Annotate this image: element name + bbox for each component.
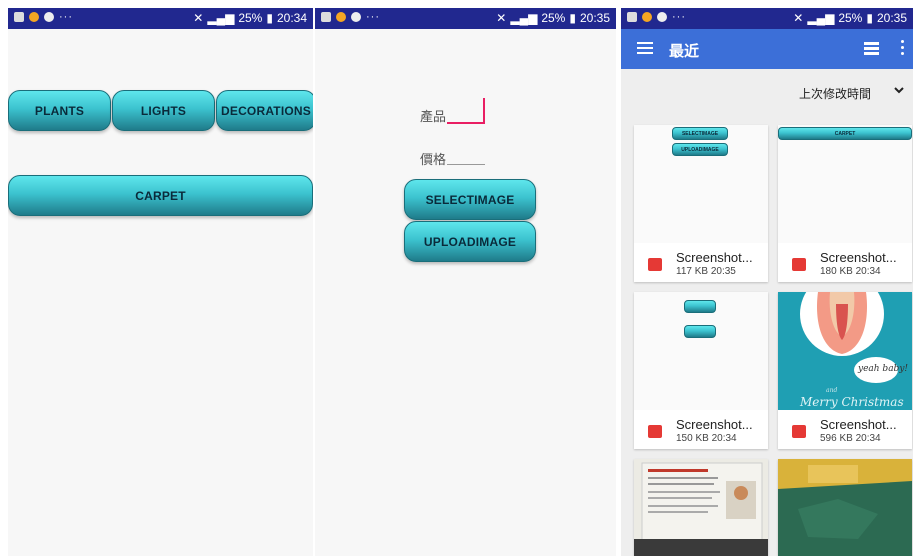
select-image-button[interactable]: SELECTIMAGE (404, 179, 536, 220)
file-meta: 180 KB 20:34 (820, 266, 881, 277)
file-card[interactable] (634, 459, 768, 556)
list-view-icon[interactable] (864, 42, 879, 55)
phone-screen-main: ··· ✕ ▂▄▆ 25% ▮ 20:34 PLANTS LIGHTS DECO… (8, 8, 313, 556)
thumb-button (684, 300, 716, 313)
file-name: Screenshot... (820, 417, 897, 432)
file-name: Screenshot... (676, 250, 753, 265)
settings-notification-icon (44, 12, 54, 22)
battery-icon: ▮ (266, 11, 273, 25)
status-bar: ··· ✕ ▂▄▆ 25% ▮ 20:35 (315, 8, 616, 29)
more-notifications-icon: ··· (366, 11, 380, 23)
file-meta: 596 KB 20:34 (820, 433, 881, 444)
file-thumbnail (634, 292, 768, 410)
phone-screen-file-picker: ··· ✕ ▂▄▆ 25% ▮ 20:35 最近 上次修改時間 SELECTIM… (621, 8, 913, 556)
carpet-button[interactable]: CARPET (8, 175, 313, 216)
mute-icon: ✕ (793, 11, 804, 25)
file-thumbnail: yeah baby! and Merry Christmas (778, 292, 912, 410)
price-input-underline (447, 164, 485, 165)
signal-icon: ▂▄▆ (510, 11, 538, 25)
file-card[interactable]: Screenshot... 150 KB 20:34 (634, 292, 768, 449)
product-label: 產品 (420, 109, 447, 124)
signal-icon: ▂▄▆ (207, 11, 235, 25)
price-input[interactable] (447, 144, 487, 168)
phone-screen-upload: ··· ✕ ▂▄▆ 25% ▮ 20:35 產品 價格 SELECTIMAGE … (315, 8, 616, 556)
image-file-icon (648, 258, 662, 271)
file-thumbnail (778, 459, 912, 556)
more-notifications-icon: ··· (672, 11, 686, 23)
file-card[interactable]: SELECTIMAGE UPLOADIMAGE Screenshot... 11… (634, 125, 768, 282)
status-bar: ··· ✕ ▂▄▆ 25% ▮ 20:34 (8, 8, 313, 29)
file-meta: 117 KB 20:35 (676, 266, 736, 277)
image-file-icon (648, 425, 662, 438)
file-thumbnail: SELECTIMAGE UPLOADIMAGE (634, 125, 768, 243)
more-options-icon[interactable] (901, 40, 905, 58)
greeting-text: Merry Christmas (800, 395, 904, 409)
signal-icon: ▂▄▆ (807, 11, 835, 25)
app-bar: 最近 (621, 29, 913, 69)
menu-icon[interactable] (637, 42, 653, 54)
status-bar: ··· ✕ ▂▄▆ 25% ▮ 20:35 (621, 8, 913, 29)
upload-image-button[interactable]: UPLOADIMAGE (404, 221, 536, 262)
more-notifications-icon: ··· (59, 11, 73, 23)
battery-percent: 25% (838, 11, 863, 25)
clock: 20:35 (579, 11, 610, 25)
image-file-icon (792, 425, 806, 438)
app-notification-icon (642, 12, 652, 22)
fabric-photo (778, 459, 912, 556)
sort-label: 上次修改時間 (798, 87, 871, 101)
clock: 20:34 (276, 11, 307, 25)
product-input-underline (447, 122, 485, 124)
product-input[interactable] (447, 96, 487, 126)
settings-notification-icon (657, 12, 667, 22)
plants-button[interactable]: PLANTS (8, 90, 111, 131)
app-notification-icon (29, 12, 39, 22)
thumb-upload-image-button: UPLOADIMAGE (672, 143, 728, 156)
text-cursor (483, 98, 485, 122)
page-title: 最近 (669, 43, 700, 60)
file-name: Screenshot... (676, 417, 753, 432)
settings-notification-icon (351, 12, 361, 22)
battery-icon: ▮ (569, 11, 576, 25)
file-name: Screenshot... (820, 250, 897, 265)
file-thumbnail (634, 459, 768, 556)
lights-button[interactable]: LIGHTS (112, 90, 215, 131)
file-card[interactable]: CARPET Screenshot... 180 KB 20:34 (778, 125, 912, 282)
file-card[interactable]: yeah baby! and Merry Christmas Screensho… (778, 292, 912, 449)
speech-bubble-text: yeah baby! (858, 364, 909, 374)
document-photo (634, 462, 768, 556)
thumb-button (684, 325, 716, 338)
decorations-button[interactable]: DECORATIONS (216, 90, 313, 131)
file-meta: 150 KB 20:34 (676, 433, 737, 444)
image-file-icon (792, 258, 806, 271)
thumb-carpet-button: CARPET (778, 127, 912, 140)
battery-icon: ▮ (866, 11, 873, 25)
sort-bar[interactable]: 上次修改時間 (621, 69, 913, 114)
battery-percent: 25% (238, 11, 263, 25)
greeting-and: and (826, 387, 838, 394)
app-notification-icon (336, 12, 346, 22)
battery-percent: 25% (541, 11, 566, 25)
christmas-illustration (800, 292, 898, 383)
chevron-down-icon[interactable] (893, 84, 905, 96)
clock: 20:35 (876, 11, 907, 25)
gallery-notification-icon (321, 12, 331, 22)
thumb-select-image-button: SELECTIMAGE (672, 127, 728, 140)
gallery-notification-icon (627, 12, 637, 22)
mute-icon: ✕ (496, 11, 507, 25)
mute-icon: ✕ (193, 11, 204, 25)
file-card[interactable] (778, 459, 912, 556)
price-label: 價格 (420, 152, 447, 167)
file-thumbnail: CARPET (778, 125, 912, 243)
gallery-notification-icon (14, 12, 24, 22)
